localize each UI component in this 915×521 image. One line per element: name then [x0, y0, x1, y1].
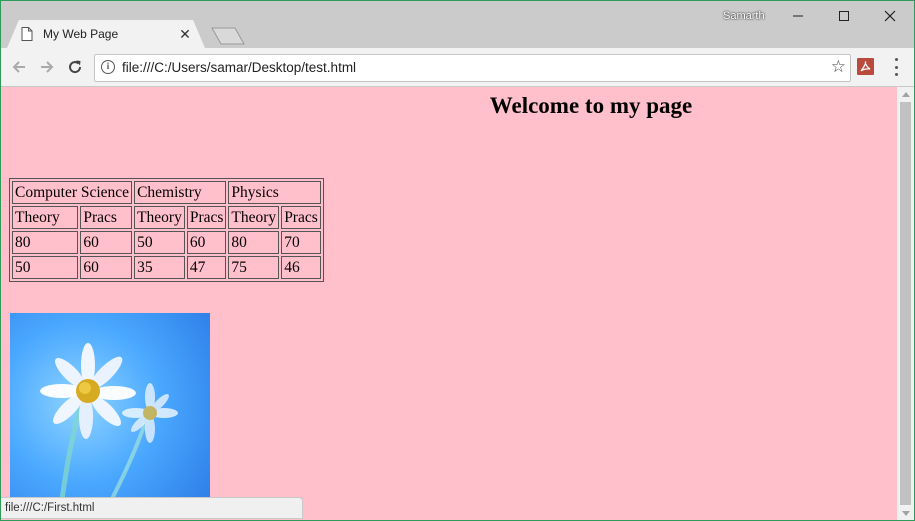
subject-header: Physics — [228, 181, 321, 204]
maximize-icon[interactable] — [821, 1, 867, 31]
tab-title: My Web Page — [43, 27, 119, 41]
profile-name[interactable]: Samarth — [723, 10, 765, 22]
status-bar: file:///C:/First.html — [1, 497, 303, 519]
table-row: 50 60 35 47 75 46 — [12, 256, 321, 279]
table-cell: 50 — [12, 256, 79, 279]
scroll-up-icon[interactable] — [897, 87, 914, 101]
marks-table: Computer Science Chemistry Physics Theor… — [9, 178, 324, 282]
address-bar[interactable]: i file:///C:/Users/samar/Desktop/test.ht… — [94, 54, 851, 82]
toolbar: i file:///C:/Users/samar/Desktop/test.ht… — [1, 48, 914, 87]
scroll-down-icon[interactable] — [897, 506, 914, 520]
minimize-icon[interactable] — [775, 1, 821, 31]
table-cell: 70 — [281, 231, 321, 254]
scrollbar-thumb[interactable] — [900, 102, 911, 505]
subheader-cell: Pracs — [80, 206, 133, 229]
browser-window: My Web Page ✕ Samarth i file:///C:/Users… — [0, 0, 915, 521]
forward-arrow-icon[interactable] — [36, 56, 58, 78]
page-icon — [21, 27, 33, 41]
table-cell: 80 — [228, 231, 280, 254]
table-cell: 60 — [80, 231, 133, 254]
table-cell: 35 — [134, 256, 185, 279]
menu-dots-icon[interactable] — [889, 58, 903, 76]
close-tab-icon[interactable]: ✕ — [177, 26, 193, 43]
table-cell: 75 — [228, 256, 280, 279]
url-text[interactable]: file:///C:/Users/samar/Desktop/test.html — [122, 60, 356, 75]
subject-header: Computer Science — [12, 181, 133, 204]
page-heading: Welcome to my page — [489, 93, 693, 118]
star-icon[interactable]: ☆ — [831, 58, 846, 76]
reload-icon[interactable] — [64, 56, 86, 78]
subheader-cell: Pracs — [186, 206, 227, 229]
subheader-cell: Pracs — [281, 206, 321, 229]
subheader-cell: Theory — [134, 206, 185, 229]
table-cell: 47 — [186, 256, 227, 279]
table-cell: 50 — [134, 231, 185, 254]
subheader-cell: Theory — [228, 206, 280, 229]
subheader-cell: Theory — [12, 206, 79, 229]
table-cell: 46 — [281, 256, 321, 279]
pdf-extension-icon[interactable] — [857, 58, 874, 75]
tab-strip: My Web Page ✕ Samarth — [1, 1, 914, 48]
table-row: 80 60 50 60 80 70 — [12, 231, 321, 254]
tab-my-web-page[interactable]: My Web Page ✕ — [7, 20, 205, 48]
table-cell: 60 — [80, 256, 133, 279]
table-cell: 60 — [186, 231, 227, 254]
page-viewport: Welcome to my page Computer Science Chem… — [1, 87, 897, 520]
close-icon[interactable] — [867, 1, 913, 31]
daisy-image[interactable] — [10, 313, 210, 513]
table-header-row: Computer Science Chemistry Physics — [12, 181, 321, 204]
info-icon[interactable]: i — [101, 60, 115, 74]
table-subheader-row: Theory Pracs Theory Pracs Theory Pracs — [12, 206, 321, 229]
new-tab-button[interactable] — [211, 27, 245, 45]
table-cell: 80 — [12, 231, 79, 254]
vertical-scrollbar[interactable] — [897, 87, 914, 520]
subject-header: Chemistry — [134, 181, 227, 204]
back-arrow-icon[interactable] — [8, 56, 30, 78]
